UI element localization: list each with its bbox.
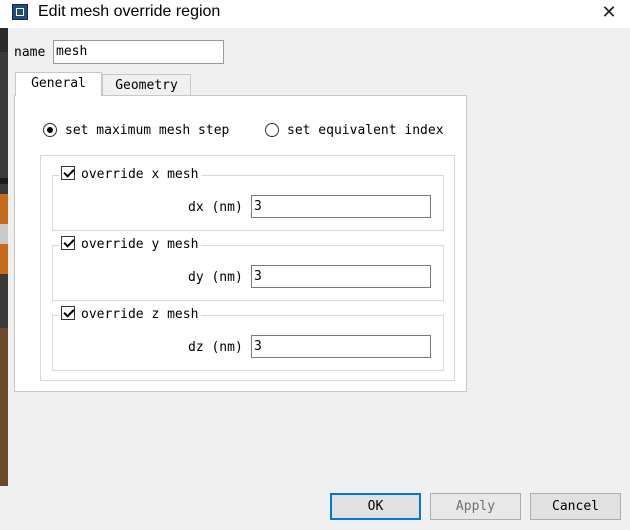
tab-geometry[interactable]: Geometry bbox=[102, 74, 191, 96]
override-x-checkbox[interactable] bbox=[61, 166, 75, 180]
override-z-label: override z mesh bbox=[81, 307, 199, 322]
override-z-legend: override z mesh bbox=[59, 306, 202, 322]
dx-label: dx (nm) bbox=[188, 200, 243, 215]
dz-input[interactable]: 3 bbox=[251, 335, 431, 358]
apply-button[interactable]: Apply bbox=[430, 493, 521, 520]
override-z-group: override z mesh dz (nm) 3 bbox=[52, 306, 444, 371]
dy-input[interactable]: 3 bbox=[251, 265, 431, 288]
dz-label: dz (nm) bbox=[188, 340, 243, 355]
override-y-group: override y mesh dy (nm) 3 bbox=[52, 236, 444, 301]
name-label: name bbox=[14, 45, 46, 60]
radio-equivalent-index[interactable] bbox=[265, 123, 279, 137]
override-x-group: override x mesh dx (nm) 3 bbox=[52, 166, 444, 231]
dx-input[interactable]: 3 bbox=[251, 195, 431, 218]
dy-label: dy (nm) bbox=[188, 270, 243, 285]
window-title: Edit mesh override region bbox=[38, 3, 221, 20]
radio-max-mesh-step[interactable] bbox=[43, 123, 57, 137]
tab-geometry-label: Geometry bbox=[115, 78, 178, 93]
ok-button[interactable]: OK bbox=[330, 493, 421, 520]
window-app-icon bbox=[12, 4, 28, 20]
override-y-legend: override y mesh bbox=[59, 236, 202, 252]
general-tab-panel: set maximum mesh step set equivalent ind… bbox=[14, 95, 467, 392]
tab-general-label: General bbox=[31, 76, 86, 91]
override-x-legend: override x mesh bbox=[59, 166, 202, 182]
override-z-checkbox[interactable] bbox=[61, 306, 75, 320]
title-bar: Edit mesh override region ✕ bbox=[0, 0, 630, 28]
override-x-label: override x mesh bbox=[81, 167, 199, 182]
override-group: override x mesh dx (nm) 3 override y mes… bbox=[40, 155, 455, 381]
tab-general[interactable]: General bbox=[15, 72, 102, 96]
override-y-label: override y mesh bbox=[81, 237, 199, 252]
cancel-button[interactable]: Cancel bbox=[530, 493, 621, 520]
close-icon[interactable]: ✕ bbox=[596, 2, 622, 24]
override-y-checkbox[interactable] bbox=[61, 236, 75, 250]
radio-max-mesh-step-label: set maximum mesh step bbox=[65, 123, 230, 138]
name-input[interactable]: mesh bbox=[53, 40, 224, 64]
background-window-strip bbox=[0, 28, 8, 486]
radio-equivalent-index-label: set equivalent index bbox=[287, 123, 444, 138]
